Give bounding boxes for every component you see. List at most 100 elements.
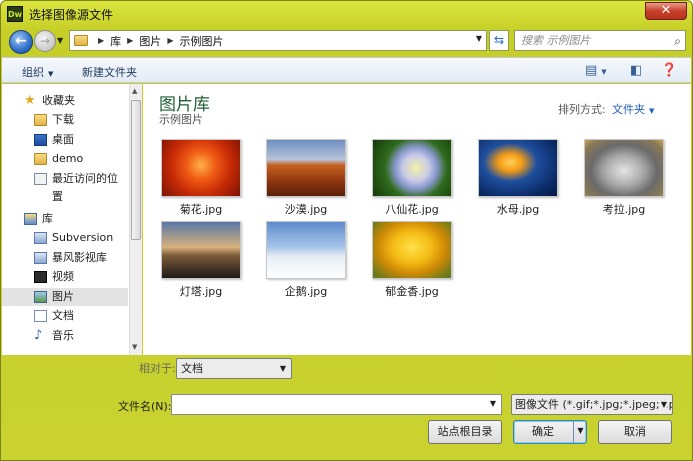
thumbnail-image [372,139,452,197]
organize-menu-button[interactable]: 组织 ▼ [22,64,53,80]
relative-to-value: 文档 [181,362,203,375]
view-icon: ▤ [585,63,598,78]
relative-to-select[interactable]: 文档 ▼ [176,358,292,379]
thumbnail-image [266,221,346,279]
nav-label: 库 [42,212,53,225]
filename-input[interactable]: ▼ [171,394,502,415]
nav-item-downloads[interactable]: 下载 [2,111,128,129]
library-icon [34,252,47,264]
arrow-right-icon: → [39,34,51,48]
nav-label: 视频 [52,270,74,283]
filename-label: 文件名(N): [118,400,172,413]
chevron-down-icon: ▼ [577,426,584,435]
chevron-down-icon[interactable]: ▼ [490,399,496,408]
file-dialog-window: Dw 选择图像源文件 ✕ ← → ▼ ▶ 库 ▶ 图片 ▶ 示例图片 ▼ ⇆ 搜… [0,0,693,461]
nav-label: demo [52,152,84,165]
file-name: 考拉.jpg [602,203,646,216]
preview-pane-button[interactable]: ◧ [630,63,642,78]
music-icon: ♪ [34,328,43,343]
nav-item-music[interactable]: ♪ 音乐 [2,327,128,345]
library-subtitle: 示例图片 [159,113,203,126]
preview-pane-icon: ◧ [630,63,643,78]
nav-item-desktop[interactable]: 桌面 [2,131,128,149]
nav-item-subversion[interactable]: Subversion [2,229,128,247]
chevron-right-icon[interactable]: ▶ [167,36,173,45]
arrange-by-label: 排列方式: [558,103,606,116]
chevron-right-icon[interactable]: ▶ [127,36,133,45]
breadcrumb-library[interactable]: 库 [110,33,121,49]
chevron-down-icon: ▼ [649,107,655,115]
ok-label: 确定 [532,425,554,438]
desktop-icon [34,134,47,146]
breadcrumb-pictures[interactable]: 图片 [139,33,161,49]
recent-places-icon [34,173,47,185]
star-icon: ★ [24,93,36,108]
nav-label: 下载 [52,113,74,126]
nav-item-documents[interactable]: 文档 [2,307,128,325]
address-dropdown-icon[interactable]: ▼ [476,34,482,43]
arrange-by-dropdown[interactable]: 文件夹 ▼ [612,101,654,117]
folder-icon [34,153,47,165]
nav-item-baofeng-library[interactable]: 暴风影视库 [2,249,128,267]
folder-icon [34,114,47,126]
nav-scrollbar[interactable]: ▲ ▼ [129,84,142,355]
refresh-button[interactable]: ⇆ [489,30,509,51]
site-root-button[interactable]: 站点根目录 [428,420,502,444]
command-toolbar: 组织 ▼ 新建文件夹 ▤ ▼ ◧ ❓ [2,57,691,83]
help-icon: ❓ [661,63,678,78]
nav-item-demo[interactable]: demo [2,150,128,168]
view-options-button[interactable]: ▤ ▼ [585,63,607,78]
address-bar[interactable]: ▶ 库 ▶ 图片 ▶ 示例图片 ▼ [69,30,487,51]
pictures-icon [34,291,47,303]
nav-favorites[interactable]: ★ 收藏夹 [2,92,128,110]
back-button[interactable]: ← [9,30,33,54]
nav-label: 暴风影视库 [52,251,107,264]
search-icon[interactable]: ⌕ [674,32,681,51]
new-folder-button[interactable]: 新建文件夹 [82,64,137,80]
thumbnail-image [584,139,664,197]
organize-label: 组织 [22,66,44,79]
navigation-pane: ★ 收藏夹 下载 桌面 demo 最近访问的位置 库 Subversion 暴风… [2,84,142,355]
thumbnail-image [266,139,346,197]
file-type-select[interactable]: 图像文件 (*.gif;*.jpg;*.jpeg;*.p ▼ [511,394,673,415]
window-title: 选择图像源文件 [29,8,114,22]
file-list-pane: 图片库 示例图片 排列方式: 文件夹 ▼ 菊花.jpg 沙漠.jpg 八仙花.jp… [143,84,691,355]
chevron-right-icon[interactable]: ▶ [98,36,104,45]
ok-split-dropdown[interactable]: ▼ [573,420,587,444]
nav-label: 图片 [52,290,74,303]
nav-label: 音乐 [52,329,74,342]
nav-item-recent-places[interactable]: 最近访问的位置 [2,170,128,203]
chevron-down-icon: ▼ [601,68,607,76]
search-placeholder: 搜索 示例图片 [521,34,591,47]
search-input[interactable]: 搜索 示例图片 ⌕ [514,30,686,51]
chevron-down-icon: ▼ [279,364,286,373]
close-button[interactable]: ✕ [645,2,687,20]
thumbnail-image [161,139,241,197]
help-button[interactable]: ❓ [661,63,677,78]
nav-label: 文档 [52,309,74,322]
file-name: 沙漠.jpg [284,203,328,216]
refresh-icon: ⇆ [493,33,505,47]
cancel-button[interactable]: 取消 [598,420,672,444]
chevron-down-icon: ▼ [57,36,64,45]
scroll-down-icon[interactable]: ▼ [132,343,137,351]
close-icon: ✕ [660,3,672,18]
arrange-by-value: 文件夹 [612,103,645,116]
nav-libraries[interactable]: 库 [2,210,128,228]
title-bar: Dw 选择图像源文件 ✕ [1,1,692,27]
nav-item-pictures[interactable]: 图片 [2,288,128,306]
video-icon [34,271,47,283]
nav-item-videos[interactable]: 视频 [2,268,128,286]
dreamweaver-app-icon: Dw [7,6,23,22]
scroll-up-icon[interactable]: ▲ [132,87,137,95]
folder-icon [74,35,88,46]
chevron-down-icon: ▼ [48,70,54,78]
scrollbar-thumb[interactable] [131,100,141,240]
nav-label: 收藏夹 [42,94,75,107]
breadcrumb-sample-pictures[interactable]: 示例图片 [179,33,223,49]
chevron-down-icon: ▼ [658,395,667,414]
file-name: 水母.jpg [496,203,540,216]
forward-button[interactable]: → [34,30,56,52]
recent-pages-button[interactable]: ▼ [57,36,63,45]
file-name: 灯塔.jpg [179,285,223,298]
